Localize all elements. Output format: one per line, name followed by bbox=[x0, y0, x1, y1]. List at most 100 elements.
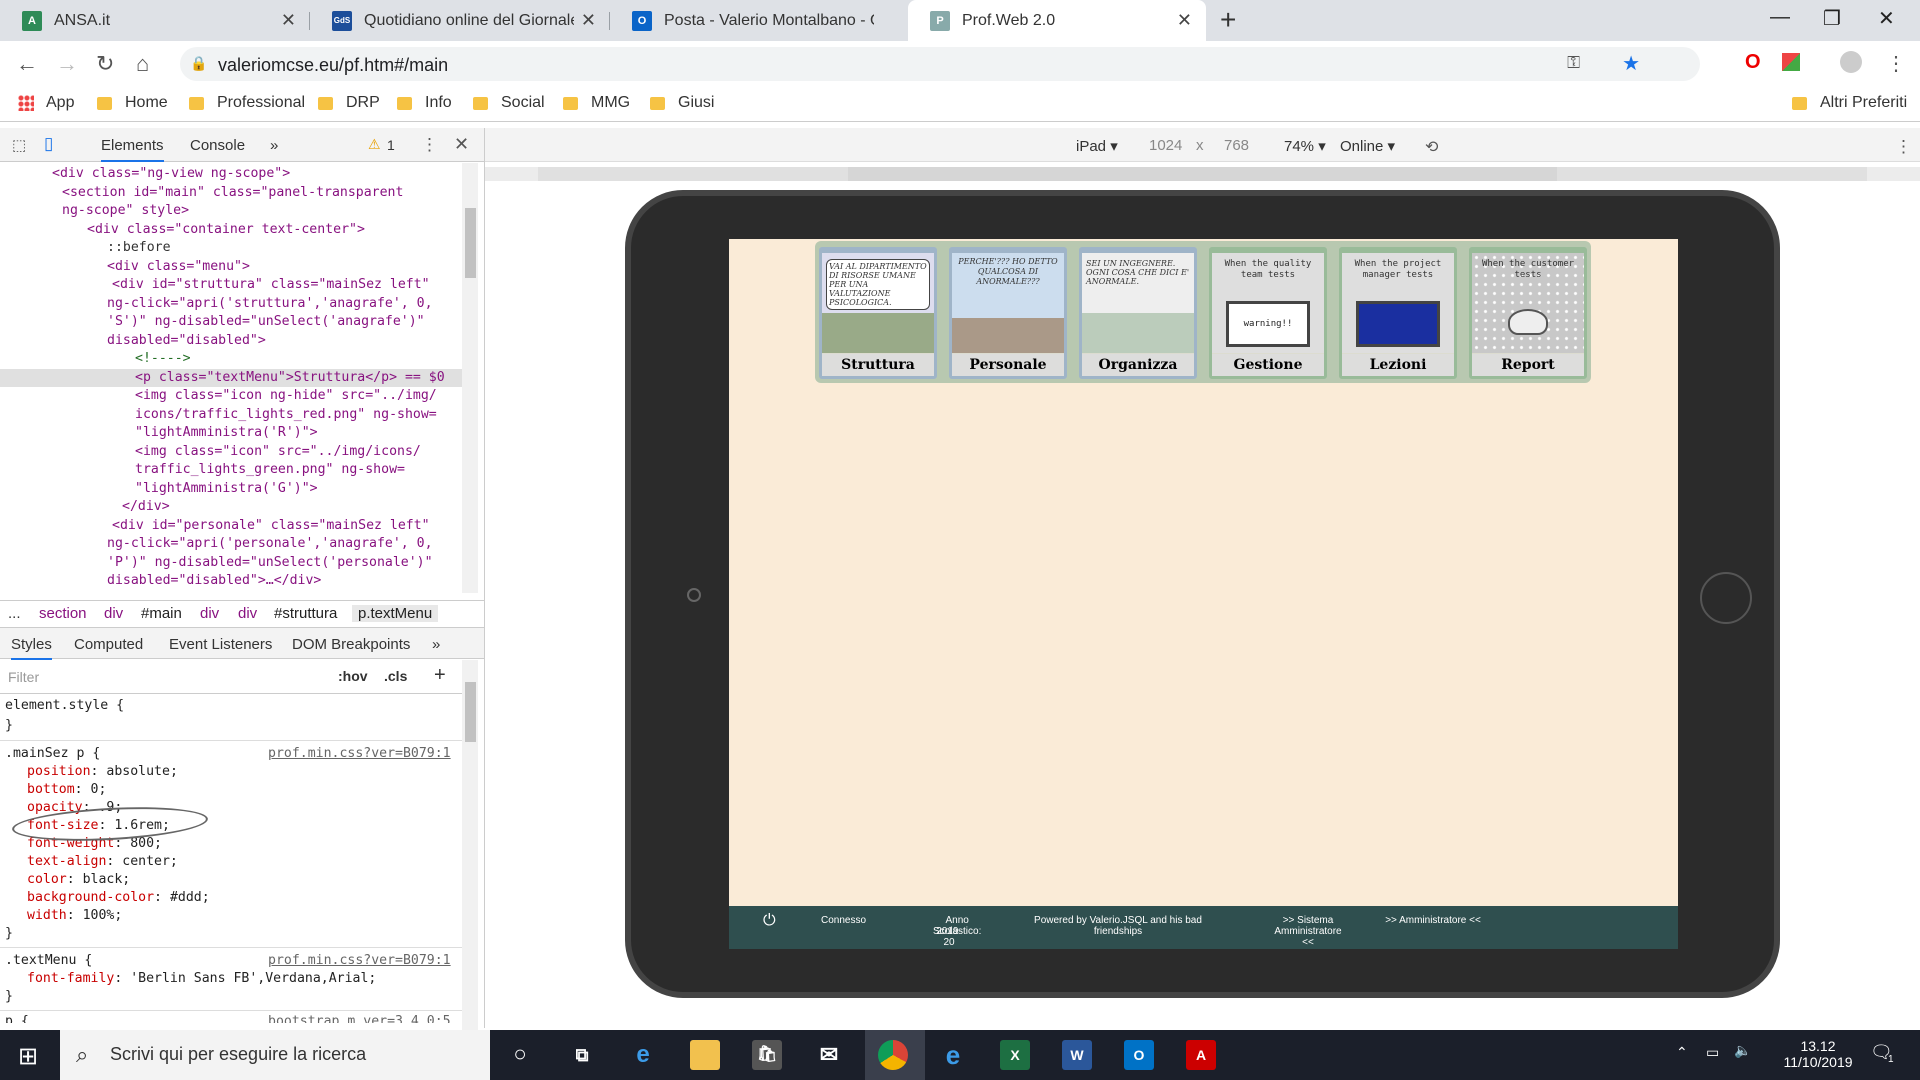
tab-elements[interactable]: Elements bbox=[101, 137, 164, 162]
css-property-name[interactable]: font-family bbox=[27, 971, 114, 986]
bookmark-home[interactable]: Home bbox=[97, 94, 168, 112]
dom-node-line[interactable]: <!----> bbox=[135, 350, 191, 369]
bookmark-social[interactable]: Social bbox=[473, 94, 545, 112]
menu-card-struttura[interactable]: VAI AL DIPARTIMENTO DI RISORSE UMANE PER… bbox=[819, 247, 937, 379]
edge-icon[interactable]: e bbox=[628, 1040, 658, 1070]
css-property-name[interactable]: text-align bbox=[27, 854, 106, 869]
close-tab-icon[interactable]: ✕ bbox=[581, 10, 596, 31]
minimize-icon[interactable]: — bbox=[1770, 6, 1790, 29]
breadcrumb-item[interactable]: div bbox=[104, 605, 123, 622]
windows-start-icon[interactable]: ⊞ bbox=[18, 1042, 38, 1071]
rule-source-link[interactable]: prof.min.css?ver=B079:1 bbox=[268, 952, 451, 970]
rule-selector[interactable]: .mainSez p { bbox=[5, 745, 100, 763]
network-throttle-select[interactable]: Online ▾ bbox=[1340, 137, 1395, 155]
css-property-value[interactable]: #ddd; bbox=[170, 890, 210, 905]
more-tabs-button[interactable]: » bbox=[270, 137, 278, 154]
dom-node-line[interactable]: "lightAmministra('R')"> bbox=[135, 424, 318, 443]
close-window-icon[interactable]: ✕ bbox=[1878, 6, 1895, 31]
menu-card-gestione[interactable]: When the quality team tests warning!! Ge… bbox=[1209, 247, 1327, 379]
browser-menu-icon[interactable]: ⋮ bbox=[1886, 51, 1906, 76]
store-icon[interactable]: 🛍 bbox=[752, 1040, 782, 1070]
css-property-name[interactable]: width bbox=[27, 908, 67, 923]
zoom-select[interactable]: 74% ▾ bbox=[1284, 137, 1326, 155]
close-tab-icon[interactable]: ✕ bbox=[1177, 10, 1192, 31]
css-property-name[interactable]: color bbox=[27, 872, 67, 887]
task-view-icon[interactable]: ⧉ bbox=[567, 1040, 597, 1070]
device-toggle-icon[interactable]: ▯ bbox=[44, 134, 53, 154]
rule-source-link[interactable]: bootstrap.m.ver=3.4.0:5 bbox=[268, 1013, 451, 1023]
breadcrumb-item[interactable]: ... bbox=[8, 605, 21, 622]
rule-selector[interactable]: .textMenu { bbox=[5, 952, 92, 970]
device-height-input[interactable]: 768 bbox=[1224, 137, 1249, 154]
dom-node-line[interactable]: ng-click="apri('personale','anagrafe', 0… bbox=[107, 535, 433, 554]
device-menu-icon[interactable]: ⋮ bbox=[1895, 137, 1912, 157]
css-declaration[interactable]: bottom: 0; bbox=[27, 781, 106, 799]
elements-tree[interactable]: <div class="ng-view ng-scope"> <section i… bbox=[0, 163, 466, 593]
elements-scrollbar[interactable] bbox=[462, 163, 478, 593]
address-bar[interactable]: 🔒 valeriomcse.eu/pf.htm#/main ⚿ ★ bbox=[180, 47, 1700, 81]
new-tab-button[interactable]: + bbox=[1220, 4, 1236, 36]
add-rule-icon[interactable]: + bbox=[434, 664, 446, 687]
chrome-icon[interactable] bbox=[878, 1040, 908, 1070]
dom-node-line[interactable]: </div> bbox=[122, 498, 170, 517]
bookmark-drp[interactable]: DRP bbox=[318, 94, 380, 112]
dom-node-line[interactable]: <img class="icon ng-hide" src="../img/ bbox=[135, 387, 437, 406]
css-property-value[interactable]: 0; bbox=[91, 782, 107, 797]
css-property-value[interactable]: 100%; bbox=[83, 908, 123, 923]
dom-node-line[interactable]: icons/traffic_lights_red.png" ng-show= bbox=[135, 406, 437, 425]
breadcrumb-item[interactable]: #struttura bbox=[274, 605, 337, 622]
tab-gds[interactable]: GdS Quotidiano online del Giornale di ✕ bbox=[310, 0, 610, 41]
css-property-value[interactable]: center; bbox=[122, 854, 178, 869]
dom-node-line[interactable]: disabled="disabled"> bbox=[107, 332, 266, 351]
dom-node-line[interactable]: "lightAmministra('G')"> bbox=[135, 480, 318, 499]
inspect-element-icon[interactable]: ⬚ bbox=[12, 136, 26, 154]
excel-icon[interactable]: X bbox=[1000, 1040, 1030, 1070]
clock[interactable]: 13.12 11/10/2019 bbox=[1780, 1038, 1856, 1070]
bookmark-info[interactable]: Info bbox=[397, 94, 452, 112]
bookmark-professional[interactable]: Professional bbox=[189, 94, 305, 112]
tray-chevron-icon[interactable]: ⌃ bbox=[1676, 1044, 1688, 1061]
file-explorer-icon[interactable] bbox=[690, 1040, 720, 1070]
reload-icon[interactable]: ↻ bbox=[96, 51, 114, 77]
internet-explorer-icon[interactable]: e bbox=[938, 1040, 968, 1070]
menu-card-lezioni[interactable]: When the project manager tests Lezioni bbox=[1339, 247, 1457, 379]
css-property-name[interactable]: background-color bbox=[27, 890, 154, 905]
dom-node-line[interactable]: <div class="ng-view ng-scope"> bbox=[52, 165, 290, 184]
dom-node-line[interactable]: <div id="personale" class="mainSez left" bbox=[112, 517, 430, 536]
key-icon[interactable]: ⚿ bbox=[1567, 53, 1580, 73]
css-property-value[interactable]: 'Berlin Sans FB',Verdana,Arial; bbox=[130, 971, 376, 986]
element-style-selector[interactable]: element.style { bbox=[5, 697, 124, 715]
breadcrumb-item-selected[interactable]: p.textMenu bbox=[352, 605, 439, 622]
amministratore-link[interactable]: >> Amministratore << bbox=[1381, 915, 1485, 926]
dom-node-line[interactable]: <div class="menu"> bbox=[107, 258, 250, 277]
tab-profweb[interactable]: P Prof.Web 2.0 ✕ bbox=[908, 0, 1206, 41]
css-property-value[interactable]: 800; bbox=[130, 836, 162, 851]
tab-styles[interactable]: Styles bbox=[11, 636, 52, 660]
tab-console[interactable]: Console bbox=[190, 137, 245, 154]
css-declaration[interactable]: background-color: #ddd; bbox=[27, 889, 210, 907]
profile-avatar[interactable] bbox=[1840, 51, 1862, 73]
taskbar-search[interactable]: ⌕ Scrivi qui per eseguire la ricerca bbox=[60, 1030, 490, 1080]
dom-node-line[interactable]: traffic_lights_green.png" ng-show= bbox=[135, 461, 405, 480]
bookmark-other[interactable]: Altri Preferiti bbox=[1792, 94, 1907, 112]
dom-node-line[interactable]: ng-click="apri('struttura','anagrafe', 0… bbox=[107, 295, 433, 314]
css-property-value[interactable]: absolute; bbox=[106, 764, 177, 779]
close-tab-icon[interactable]: ✕ bbox=[281, 10, 296, 31]
dom-node-line[interactable]: disabled="disabled">…</div> bbox=[107, 572, 321, 591]
word-icon[interactable]: W bbox=[1062, 1040, 1092, 1070]
maximize-icon[interactable]: ❐ bbox=[1823, 6, 1841, 31]
css-declaration[interactable]: color: black; bbox=[27, 871, 130, 889]
bookmark-apps[interactable]: App bbox=[18, 94, 74, 112]
dom-node-line[interactable]: <p class="textMenu">Struttura</p> == $0 bbox=[0, 368, 462, 387]
rule-selector[interactable]: p { bbox=[5, 1013, 29, 1023]
cortana-icon[interactable]: ○ bbox=[505, 1040, 535, 1070]
menu-card-report[interactable]: When the customer tests Report bbox=[1469, 247, 1587, 379]
device-width-input[interactable]: 1024 bbox=[1149, 137, 1182, 154]
dom-node-line[interactable]: ng-scope" style> bbox=[62, 202, 189, 221]
outlook-icon[interactable]: O bbox=[1124, 1040, 1154, 1070]
css-declaration[interactable]: width: 100%; bbox=[27, 907, 122, 925]
device-select[interactable]: iPad ▾ bbox=[1076, 137, 1118, 155]
cls-toggle[interactable]: .cls bbox=[384, 668, 407, 684]
media-query-bar[interactable] bbox=[485, 163, 1920, 185]
css-property-value[interactable]: black; bbox=[83, 872, 131, 887]
